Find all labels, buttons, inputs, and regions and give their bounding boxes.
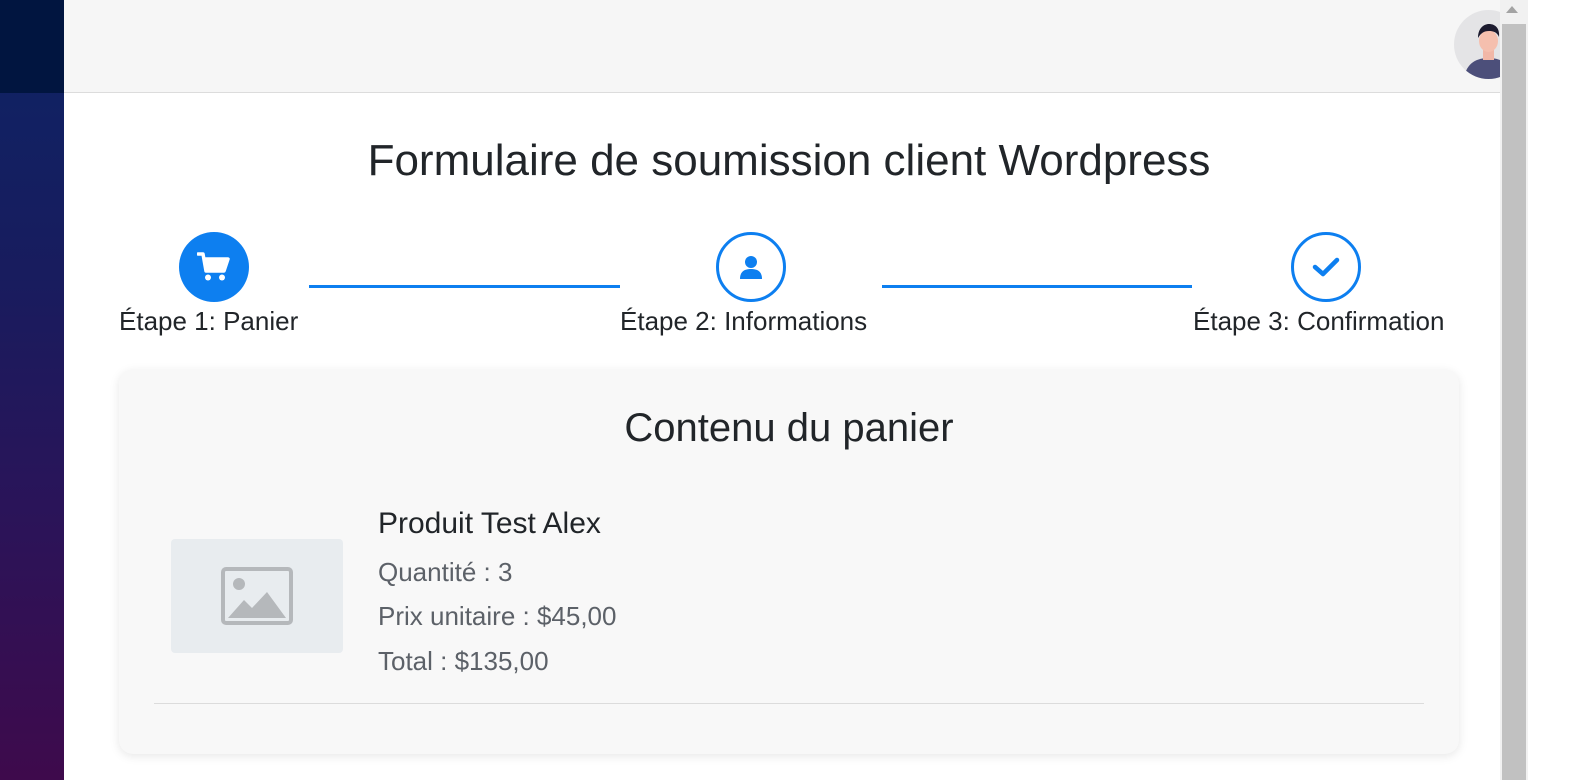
- product-quantity: Quantité : 3: [378, 557, 513, 587]
- cart-icon: [197, 252, 230, 281]
- window-edge: [1528, 0, 1592, 780]
- step-connector-2: [882, 285, 1192, 288]
- scroll-up-arrow-icon[interactable]: [1506, 6, 1518, 13]
- step-3-label: Étape 3: Confirmation: [1193, 306, 1445, 336]
- cart-divider: [154, 703, 1424, 704]
- check-icon: [1312, 257, 1340, 277]
- scrollbar-thumb[interactable]: [1502, 24, 1526, 780]
- sidebar-header: [0, 0, 64, 93]
- step-3-circle[interactable]: [1291, 232, 1361, 302]
- top-bar: [64, 0, 1523, 93]
- step-2-circle[interactable]: [716, 232, 786, 302]
- step-1-label: Étape 1: Panier: [119, 306, 299, 336]
- product-image: [171, 539, 343, 653]
- sidebar: [0, 0, 64, 780]
- step-2-label: Étape 2: Informations: [620, 306, 868, 336]
- image-placeholder-icon: [221, 567, 293, 625]
- product-total: Total : $135,00: [378, 646, 549, 676]
- step-connector-1: [309, 285, 620, 288]
- cart-title: Contenu du panier: [624, 406, 954, 450]
- step-1-circle[interactable]: [179, 232, 249, 302]
- product-unit-price: Prix unitaire : $45,00: [378, 601, 617, 631]
- page-title: Formulaire de soumission client Wordpres…: [367, 136, 1211, 185]
- product-name: Produit Test Alex: [378, 507, 601, 540]
- user-icon: [740, 256, 762, 279]
